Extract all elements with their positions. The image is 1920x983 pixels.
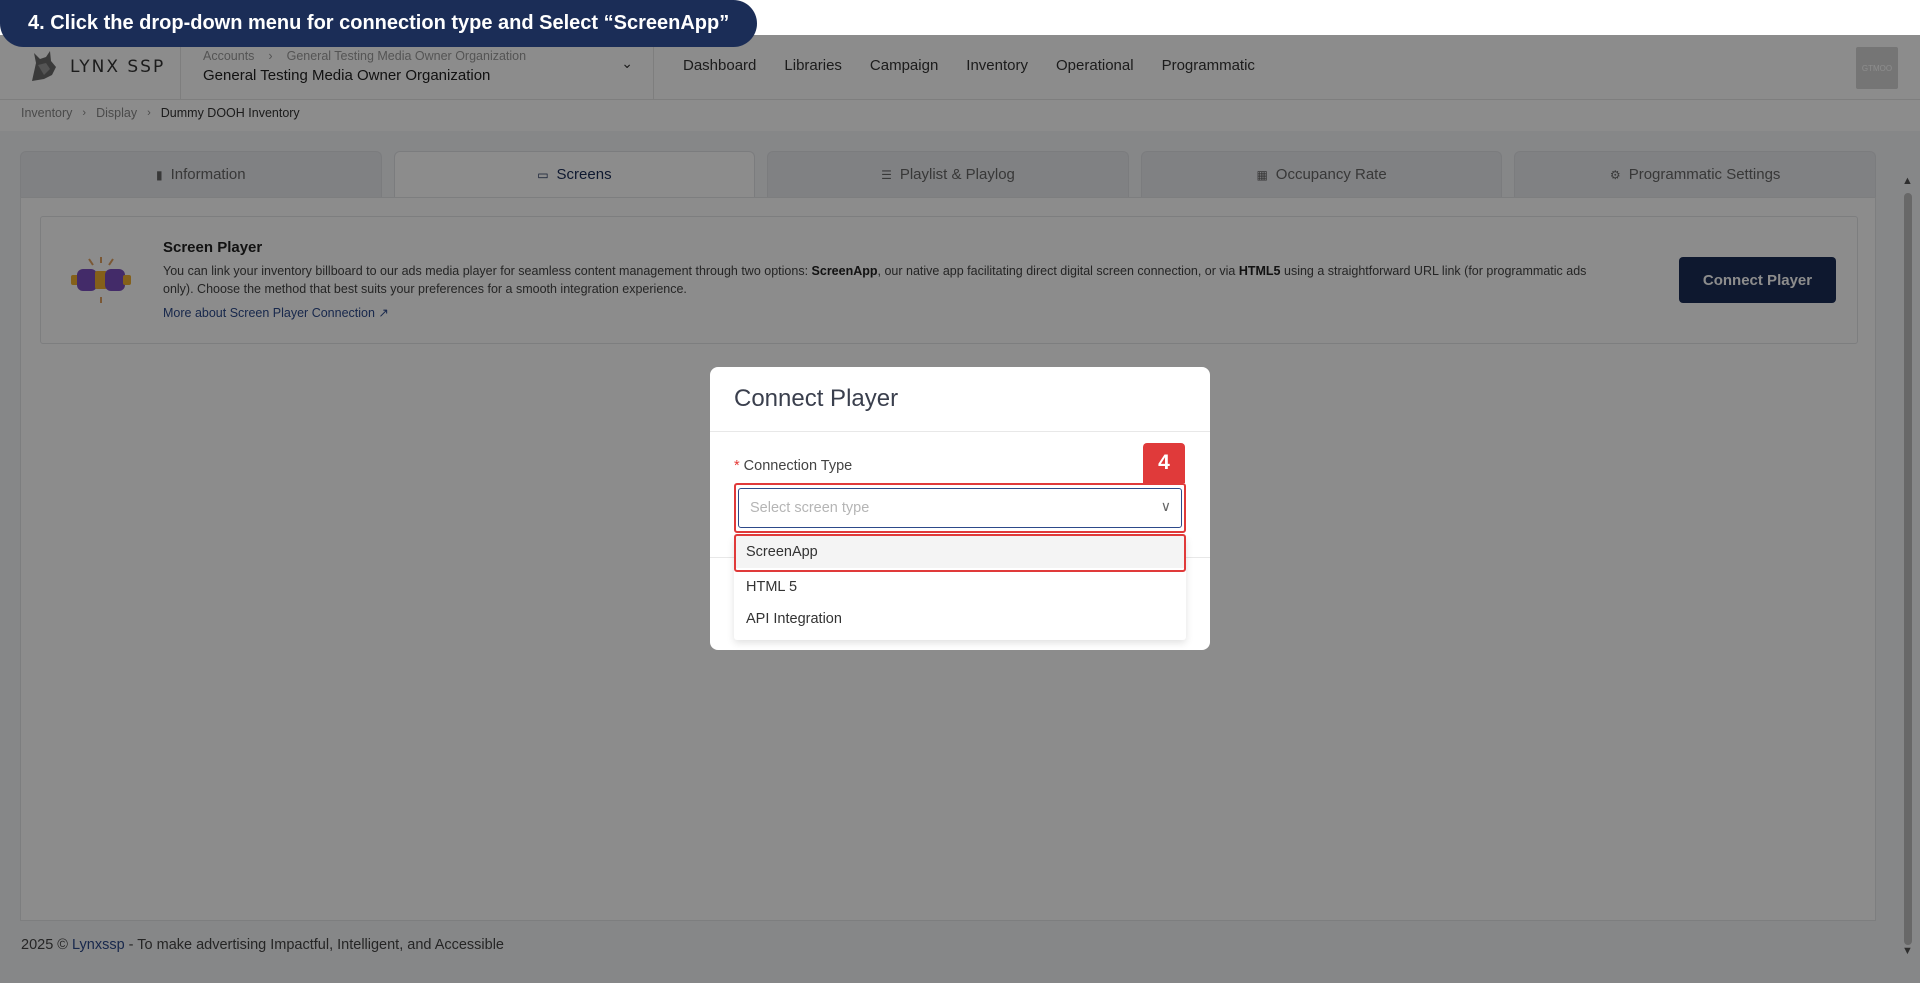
modal-title: Connect Player xyxy=(734,385,899,412)
instruction-banner: 4. Click the drop-down menu for connecti… xyxy=(0,0,758,47)
required-mark: * xyxy=(734,458,740,474)
option-highlight-frame xyxy=(734,534,1186,572)
step-badge: 4 xyxy=(1143,443,1185,483)
connect-player-modal: Connect Player * Connection Type Select s… xyxy=(710,367,1210,650)
field-label-text: Connection Type xyxy=(743,458,853,474)
chevron-down-icon: ∨ xyxy=(1160,498,1171,514)
modal-divider xyxy=(710,431,1210,432)
select-placeholder: Select screen type xyxy=(750,500,870,516)
option-api-integration[interactable]: API Integration xyxy=(734,603,1186,635)
option-html5[interactable]: HTML 5 xyxy=(734,571,1186,603)
connection-type-select[interactable]: Select screen type ∨ xyxy=(738,488,1182,528)
connection-type-label: * Connection Type xyxy=(734,458,852,474)
select-highlight-frame: Select screen type ∨ xyxy=(734,483,1186,533)
